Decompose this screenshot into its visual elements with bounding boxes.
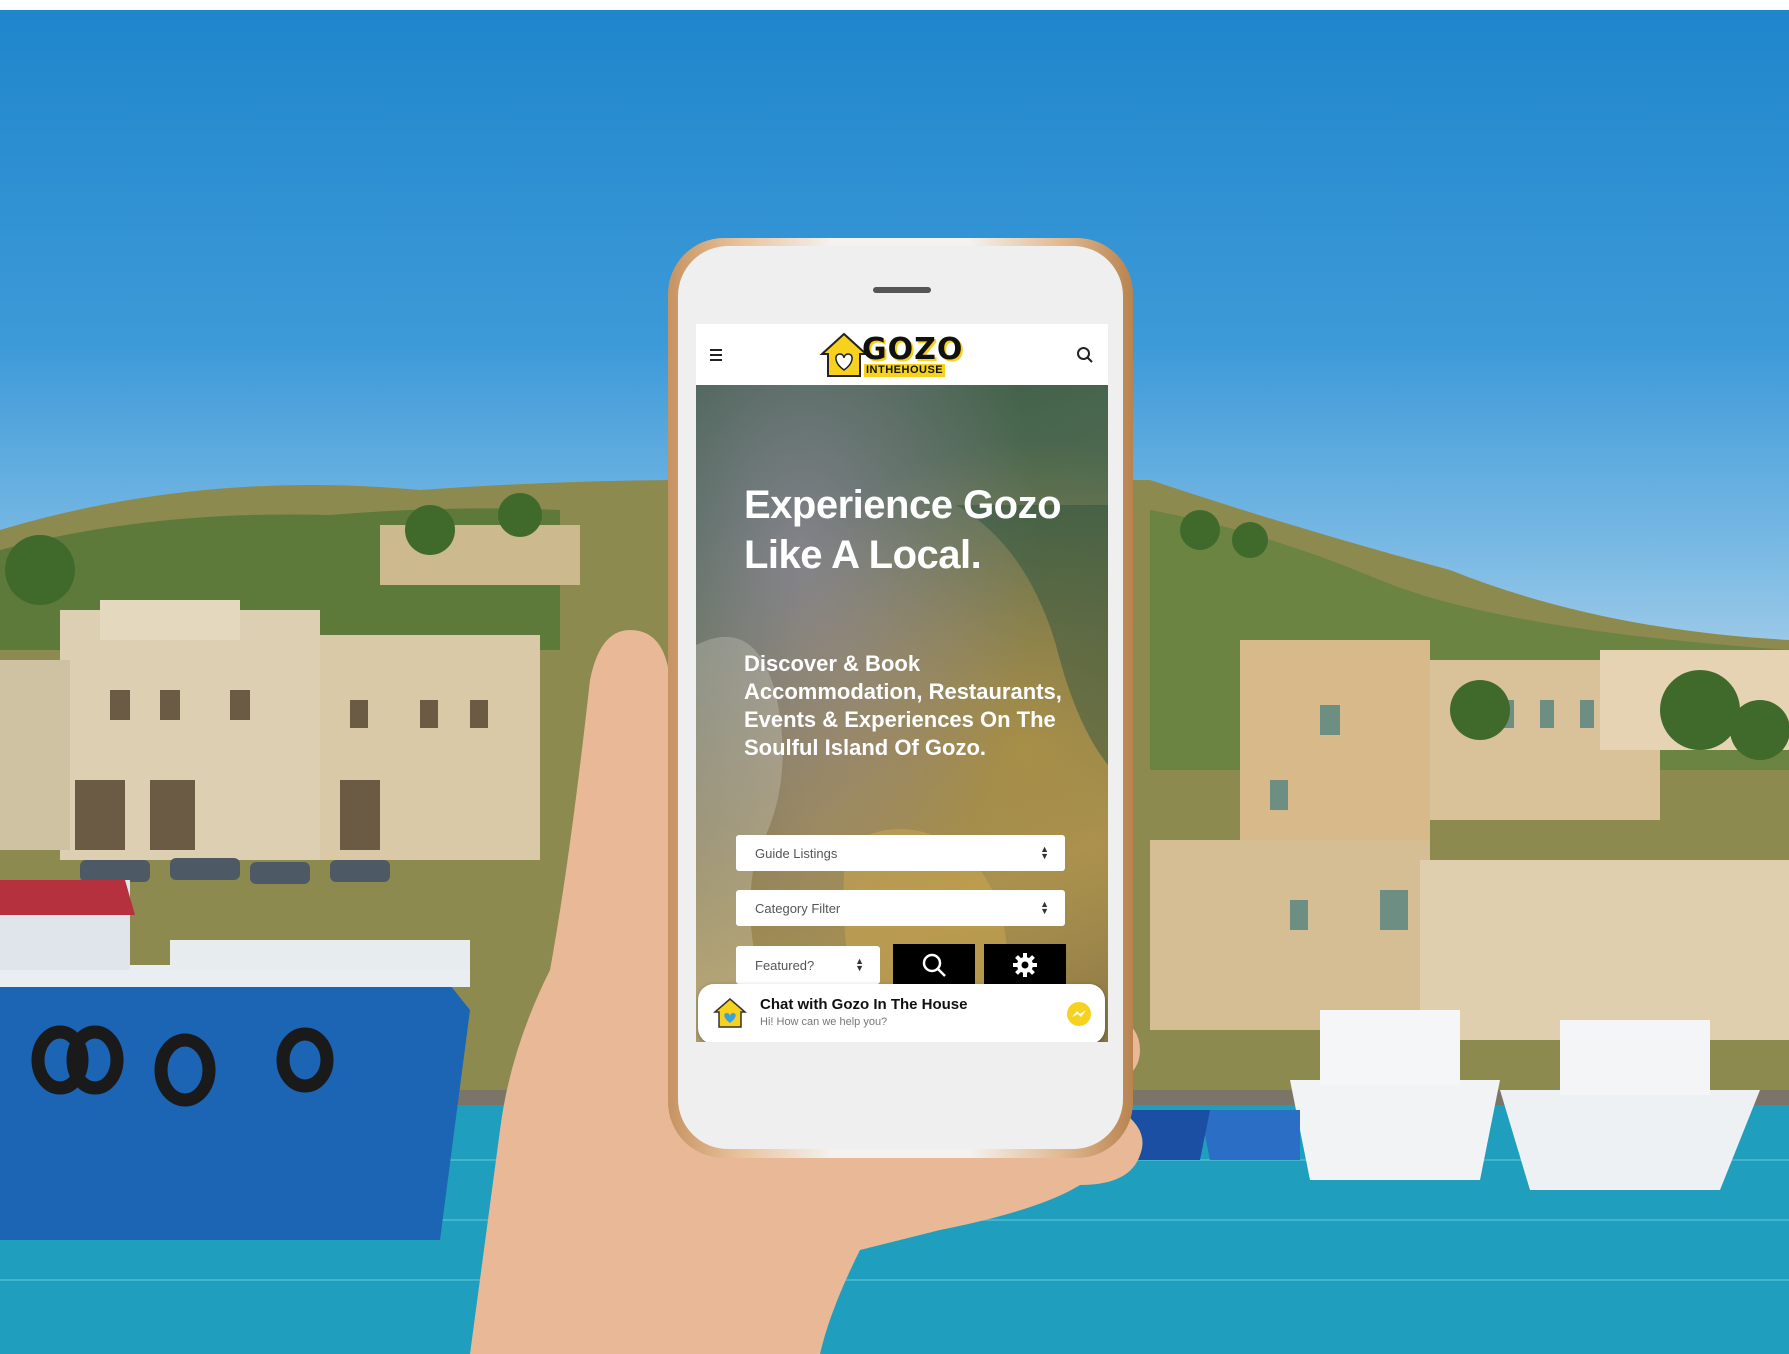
gear-icon	[1013, 953, 1037, 977]
logo-sub-text: INTHEHOUSE	[864, 363, 946, 377]
messenger-icon[interactable]	[1066, 1001, 1092, 1027]
chat-subtitle: Hi! How can we help you?	[760, 1016, 888, 1028]
settings-button[interactable]	[984, 944, 1066, 986]
select-arrows-icon: ▲ ▼	[855, 956, 864, 973]
guide-listings-label: Guide Listings	[755, 845, 838, 861]
search-icon[interactable]	[1076, 346, 1094, 364]
category-filter-select[interactable]: Category Filter ▲ ▼	[736, 890, 1065, 926]
hamburger-icon[interactable]	[710, 348, 726, 361]
phone-screen: GOZO INTHEHOUSE Experience Gozo Like A L…	[696, 324, 1108, 1042]
chat-avatar-icon	[712, 998, 748, 1028]
featured-select[interactable]: Featured? ▲ ▼	[736, 946, 880, 984]
guide-listings-select[interactable]: Guide Listings ▲ ▼	[736, 835, 1065, 871]
hero-subtitle: Discover & Book Accommodation, Restauran…	[744, 651, 1062, 760]
chat-widget[interactable]: Chat with Gozo In The House Hi! How can …	[698, 984, 1105, 1042]
logo-main-text: GOZO	[862, 331, 964, 367]
category-filter-label: Category Filter	[755, 900, 841, 916]
site-header: GOZO INTHEHOUSE	[696, 324, 1108, 385]
search-icon	[922, 953, 946, 977]
featured-label: Featured?	[755, 957, 815, 973]
hero-title: Experience Gozo Like A Local.	[744, 483, 1062, 577]
phone-speaker	[873, 287, 931, 293]
search-button[interactable]	[893, 944, 975, 986]
chat-title: Chat with Gozo In The House	[760, 996, 968, 1013]
site-logo[interactable]: GOZO INTHEHOUSE	[816, 330, 986, 380]
select-arrows-icon: ▲ ▼	[1040, 899, 1049, 916]
select-arrows-icon: ▲ ▼	[1040, 844, 1049, 861]
hero-section: Experience Gozo Like A Local. Discover &…	[696, 385, 1108, 1042]
